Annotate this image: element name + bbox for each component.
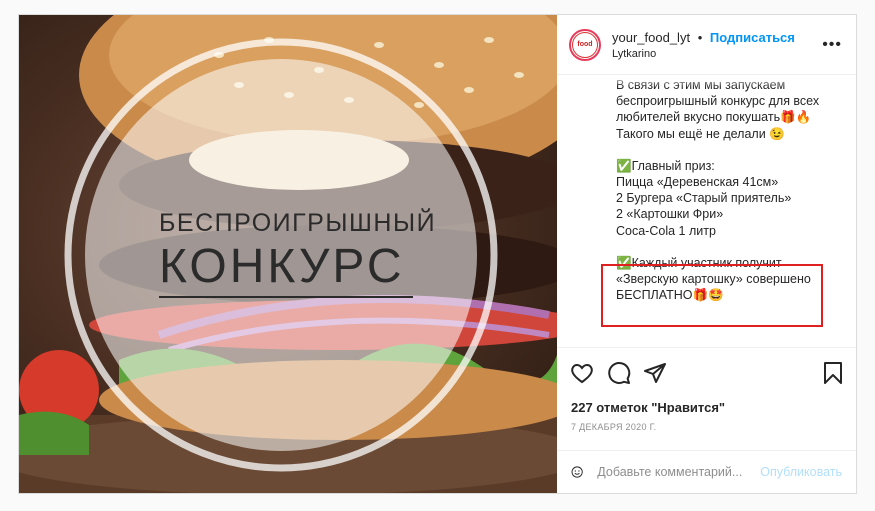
image-title-line2: КОНКУРС <box>159 240 405 293</box>
likes-count[interactable]: 227 отметок "Нравится" <box>571 400 725 415</box>
location-link[interactable]: Lytkarino <box>612 48 822 60</box>
avatar-logo: food <box>572 31 598 58</box>
share-icon[interactable] <box>643 361 667 385</box>
emoji-icon[interactable] <box>571 460 583 484</box>
post-image[interactable]: БЕСПРОИГРЫШНЫЙ КОНКУРС <box>19 15 557 493</box>
bookmark-icon[interactable] <box>821 361 845 385</box>
action-bar <box>557 347 856 394</box>
header-info: your_food_lyt • Подписаться Lytkarino <box>612 30 822 60</box>
caption-scroll-fade <box>557 75 856 87</box>
image-title-line1: БЕСПРОИГРЫШНЫЙ <box>159 209 437 237</box>
heart-icon[interactable] <box>570 361 594 385</box>
caption-paragraph-2: ✅Главный приз: Пицца «Деревенская 41см» … <box>616 158 792 238</box>
post-header: food your_food_lyt • Подписаться Lytkari… <box>557 15 856 75</box>
post-date[interactable]: 7 ДЕКАБРЯ 2020 Г. <box>571 422 656 432</box>
comment-icon[interactable] <box>607 361 631 385</box>
username-link[interactable]: your_food_lyt <box>612 30 690 45</box>
more-icon[interactable]: ••• <box>822 36 842 54</box>
comment-bar: Опубликовать <box>557 450 856 493</box>
post-sidebar: food your_food_lyt • Подписаться Lytkari… <box>557 15 856 493</box>
separator-dot: • <box>697 29 703 45</box>
post: БЕСПРОИГРЫШНЫЙ КОНКУРС food your_food_ly… <box>18 14 857 494</box>
image-title-underline <box>159 296 413 298</box>
avatar[interactable]: food <box>569 28 601 61</box>
follow-button[interactable]: Подписаться <box>710 30 795 45</box>
highlight-box <box>601 264 823 327</box>
publish-button[interactable]: Опубликовать <box>760 465 842 479</box>
comment-input[interactable] <box>595 464 761 480</box>
